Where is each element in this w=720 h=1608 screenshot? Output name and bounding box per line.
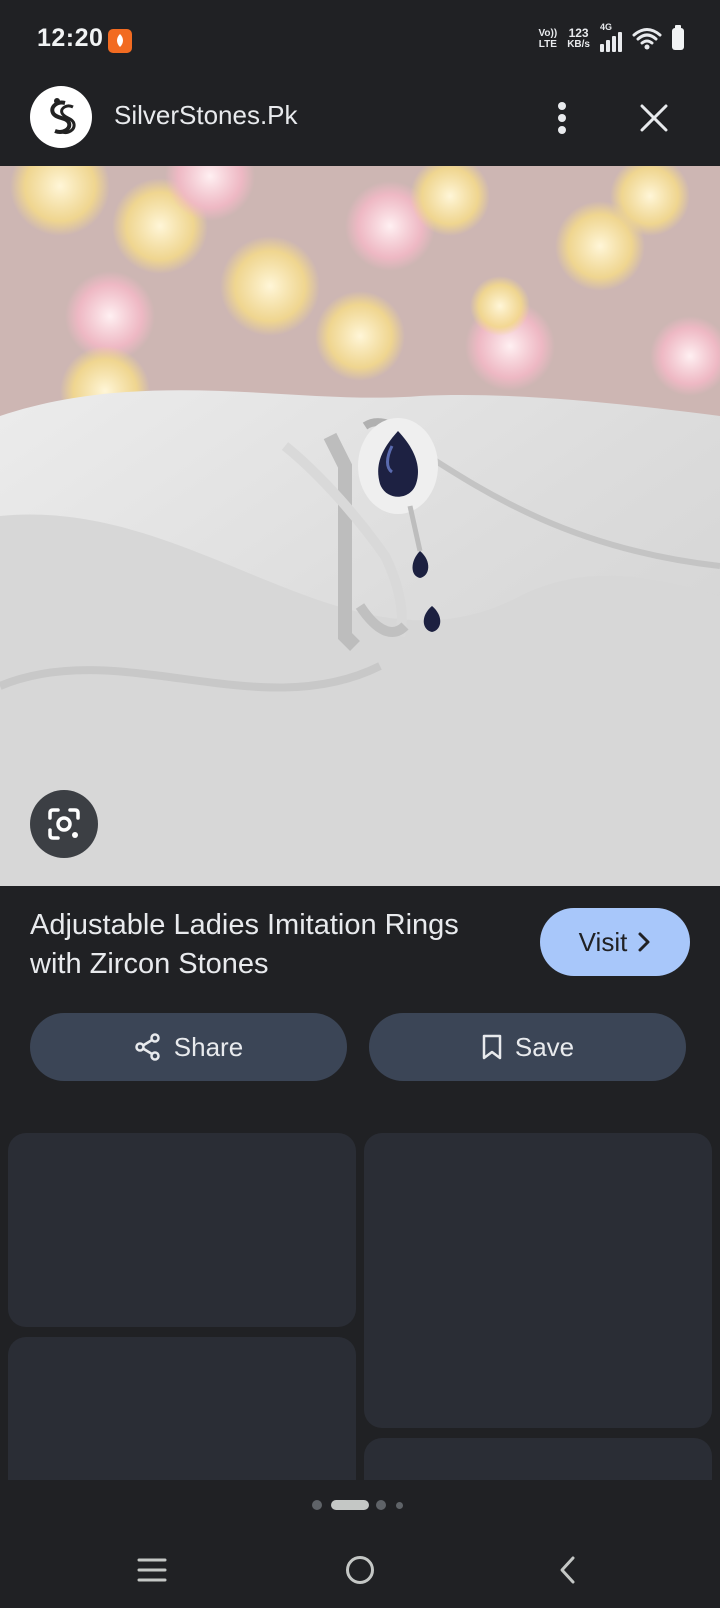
- page-dot-active[interactable]: [331, 1500, 369, 1510]
- menu-icon: [137, 1558, 167, 1582]
- page-dot[interactable]: [396, 1502, 403, 1509]
- cell-signal-icon: 4G: [600, 22, 622, 52]
- share-icon: [135, 1033, 160, 1061]
- save-button[interactable]: Save: [369, 1013, 686, 1081]
- volte-indicator: Vo)) LTE: [538, 28, 558, 50]
- close-button[interactable]: [630, 94, 678, 142]
- bookmark-icon: [482, 1034, 502, 1060]
- site-name[interactable]: SilverStones.Pk: [114, 100, 298, 131]
- related-card[interactable]: [8, 1133, 356, 1327]
- visit-label: Visit: [578, 926, 628, 957]
- google-lens-icon: [48, 808, 80, 840]
- more-options-button[interactable]: [540, 96, 584, 140]
- close-icon: [640, 104, 668, 132]
- share-label: Share: [173, 1031, 244, 1062]
- status-bar: 12:20 Vo)) LTE 123 KB/s 4G: [0, 0, 720, 80]
- status-time: 12:20: [37, 24, 104, 52]
- notification-app-icon: [108, 29, 132, 53]
- recent-apps-button[interactable]: [122, 1545, 182, 1595]
- more-vert-icon: [558, 102, 566, 134]
- back-button[interactable]: [538, 1545, 598, 1595]
- chevron-right-icon: [638, 932, 650, 952]
- battery-icon: [672, 25, 684, 50]
- share-button[interactable]: Share: [30, 1013, 347, 1081]
- wifi-icon: [632, 28, 662, 50]
- home-button[interactable]: [330, 1545, 390, 1595]
- save-label: Save: [514, 1031, 575, 1062]
- back-chevron-icon: [560, 1556, 575, 1584]
- home-circle-icon: [346, 1556, 374, 1584]
- related-card[interactable]: [364, 1133, 712, 1428]
- result-image[interactable]: [0, 166, 720, 886]
- page-dot[interactable]: [312, 1500, 322, 1510]
- result-title: Adjustable Ladies Imitation Rings with Z…: [30, 909, 459, 980]
- status-icons: Vo)) LTE 123 KB/s 4G: [538, 22, 684, 52]
- site-logo[interactable]: [30, 86, 92, 148]
- visit-button[interactable]: Visit: [540, 908, 690, 976]
- ring-photo: [0, 166, 720, 886]
- google-lens-button[interactable]: [30, 790, 98, 858]
- network-speed: 123 KB/s: [567, 26, 590, 50]
- page-dot[interactable]: [376, 1500, 386, 1510]
